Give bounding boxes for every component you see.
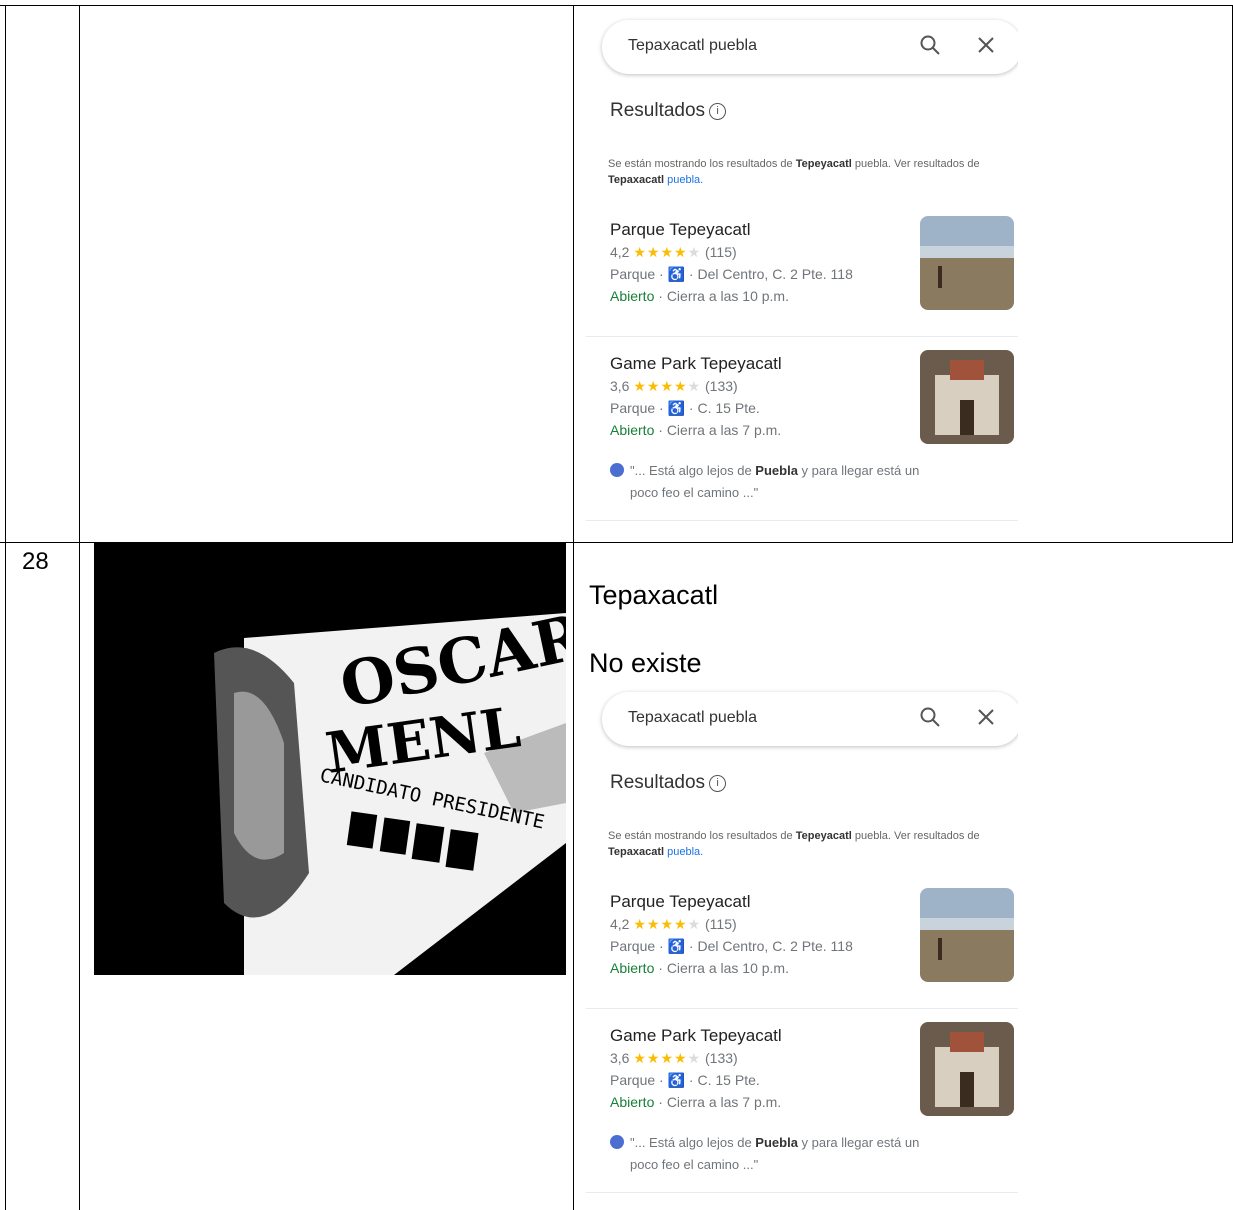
close-icon[interactable]	[976, 35, 996, 55]
place-category: Parque · ♿ · Del Centro, C. 2 Pte. 118	[610, 938, 853, 954]
place-rating: 3,6 ★★★★★ (133)	[610, 378, 738, 394]
search-bar[interactable]: Tepaxacatl puebla	[602, 692, 1018, 746]
place-name[interactable]: Parque Tepeyacatl	[610, 892, 751, 912]
place-category: Parque · ♿ · C. 15 Pte.	[610, 1072, 760, 1088]
avatar	[610, 1135, 624, 1149]
close-icon[interactable]	[976, 707, 996, 727]
table-border-left	[5, 5, 6, 1210]
place-name[interactable]: Game Park Tepeyacatl	[610, 1026, 782, 1046]
place-hours: Abierto · Cierra a las 7 p.m.	[610, 1094, 782, 1110]
row-number: 28	[22, 548, 49, 575]
place-category: Parque · ♿ · Del Centro, C. 2 Pte. 118	[610, 266, 853, 282]
result-card[interactable]: Parque Tepeyacatl 4,2 ★★★★★ (115) Parque…	[586, 880, 1018, 1008]
spelling-notice: Se están mostrando los resultados de Tep…	[608, 830, 980, 858]
place-hours: Abierto · Cierra a las 7 p.m.	[610, 422, 782, 438]
place-thumbnail[interactable]	[920, 1022, 1014, 1116]
review-snippet: "... Está algo lejos de Puebla y para ll…	[610, 460, 919, 504]
maps-screenshot-top: Tepaxacatl puebla Resultados i Se están m…	[586, 8, 1018, 542]
search-input[interactable]: Tepaxacatl puebla	[628, 709, 757, 727]
table-col-divider-1	[79, 5, 80, 1210]
result-card[interactable]: Game Park Tepeyacatl 3,6 ★★★★★ (133) Par…	[586, 1014, 1018, 1142]
wheelchair-icon: ♿	[667, 938, 686, 954]
cell-title: Tepaxacatl	[589, 580, 719, 610]
cell-status: No existe	[589, 648, 702, 678]
search-bar[interactable]: Tepaxacatl puebla	[602, 20, 1018, 74]
results-heading: Resultados i	[610, 772, 727, 794]
place-thumbnail[interactable]	[920, 350, 1014, 444]
alternate-search-link[interactable]: Tepaxacatl puebla.	[608, 846, 703, 858]
place-rating: 4,2 ★★★★★ (115)	[610, 916, 737, 932]
place-thumbnail[interactable]	[920, 888, 1014, 982]
spelling-notice: Se están mostrando los resultados de Tep…	[608, 158, 980, 186]
campaign-photo: OSCAR MENL CANDIDATO PRESIDENTE	[94, 543, 566, 975]
star-icons: ★★★★★	[633, 244, 702, 260]
info-icon[interactable]: i	[709, 775, 727, 792]
place-hours: Abierto · Cierra a las 10 p.m.	[610, 960, 789, 976]
place-rating: 4,2 ★★★★★ (115)	[610, 244, 737, 260]
results-heading: Resultados i	[610, 100, 727, 122]
place-hours: Abierto · Cierra a las 10 p.m.	[610, 288, 789, 304]
star-icons: ★★★★★	[633, 1050, 702, 1066]
result-card[interactable]: Parque Tepeyacatl 4,2 ★★★★★ (115) Parque…	[586, 208, 1018, 336]
table-border-top	[0, 5, 1233, 6]
search-icon[interactable]	[918, 33, 942, 57]
place-thumbnail[interactable]	[920, 216, 1014, 310]
place-name[interactable]: Game Park Tepeyacatl	[610, 354, 782, 374]
place-rating: 3,6 ★★★★★ (133)	[610, 1050, 738, 1066]
star-icons: ★★★★★	[633, 916, 702, 932]
search-icon[interactable]	[918, 705, 942, 729]
table-col-divider-2	[573, 5, 574, 1210]
wheelchair-icon: ♿	[667, 1072, 686, 1088]
review-snippet: "... Está algo lejos de Puebla y para ll…	[610, 1132, 919, 1176]
search-input[interactable]: Tepaxacatl puebla	[628, 37, 757, 55]
result-card[interactable]: Game Park Tepeyacatl 3,6 ★★★★★ (133) Par…	[586, 342, 1018, 470]
place-name[interactable]: Parque Tepeyacatl	[610, 220, 751, 240]
alternate-search-link[interactable]: Tepaxacatl puebla.	[608, 174, 703, 186]
info-icon[interactable]: i	[709, 103, 727, 120]
star-icons: ★★★★★	[633, 378, 702, 394]
wheelchair-icon: ♿	[667, 266, 686, 282]
avatar	[610, 463, 624, 477]
place-category: Parque · ♿ · C. 15 Pte.	[610, 400, 760, 416]
wheelchair-icon: ♿	[667, 400, 686, 416]
maps-screenshot-bottom: Tepaxacatl puebla Resultados i Se están m…	[586, 680, 1018, 1210]
